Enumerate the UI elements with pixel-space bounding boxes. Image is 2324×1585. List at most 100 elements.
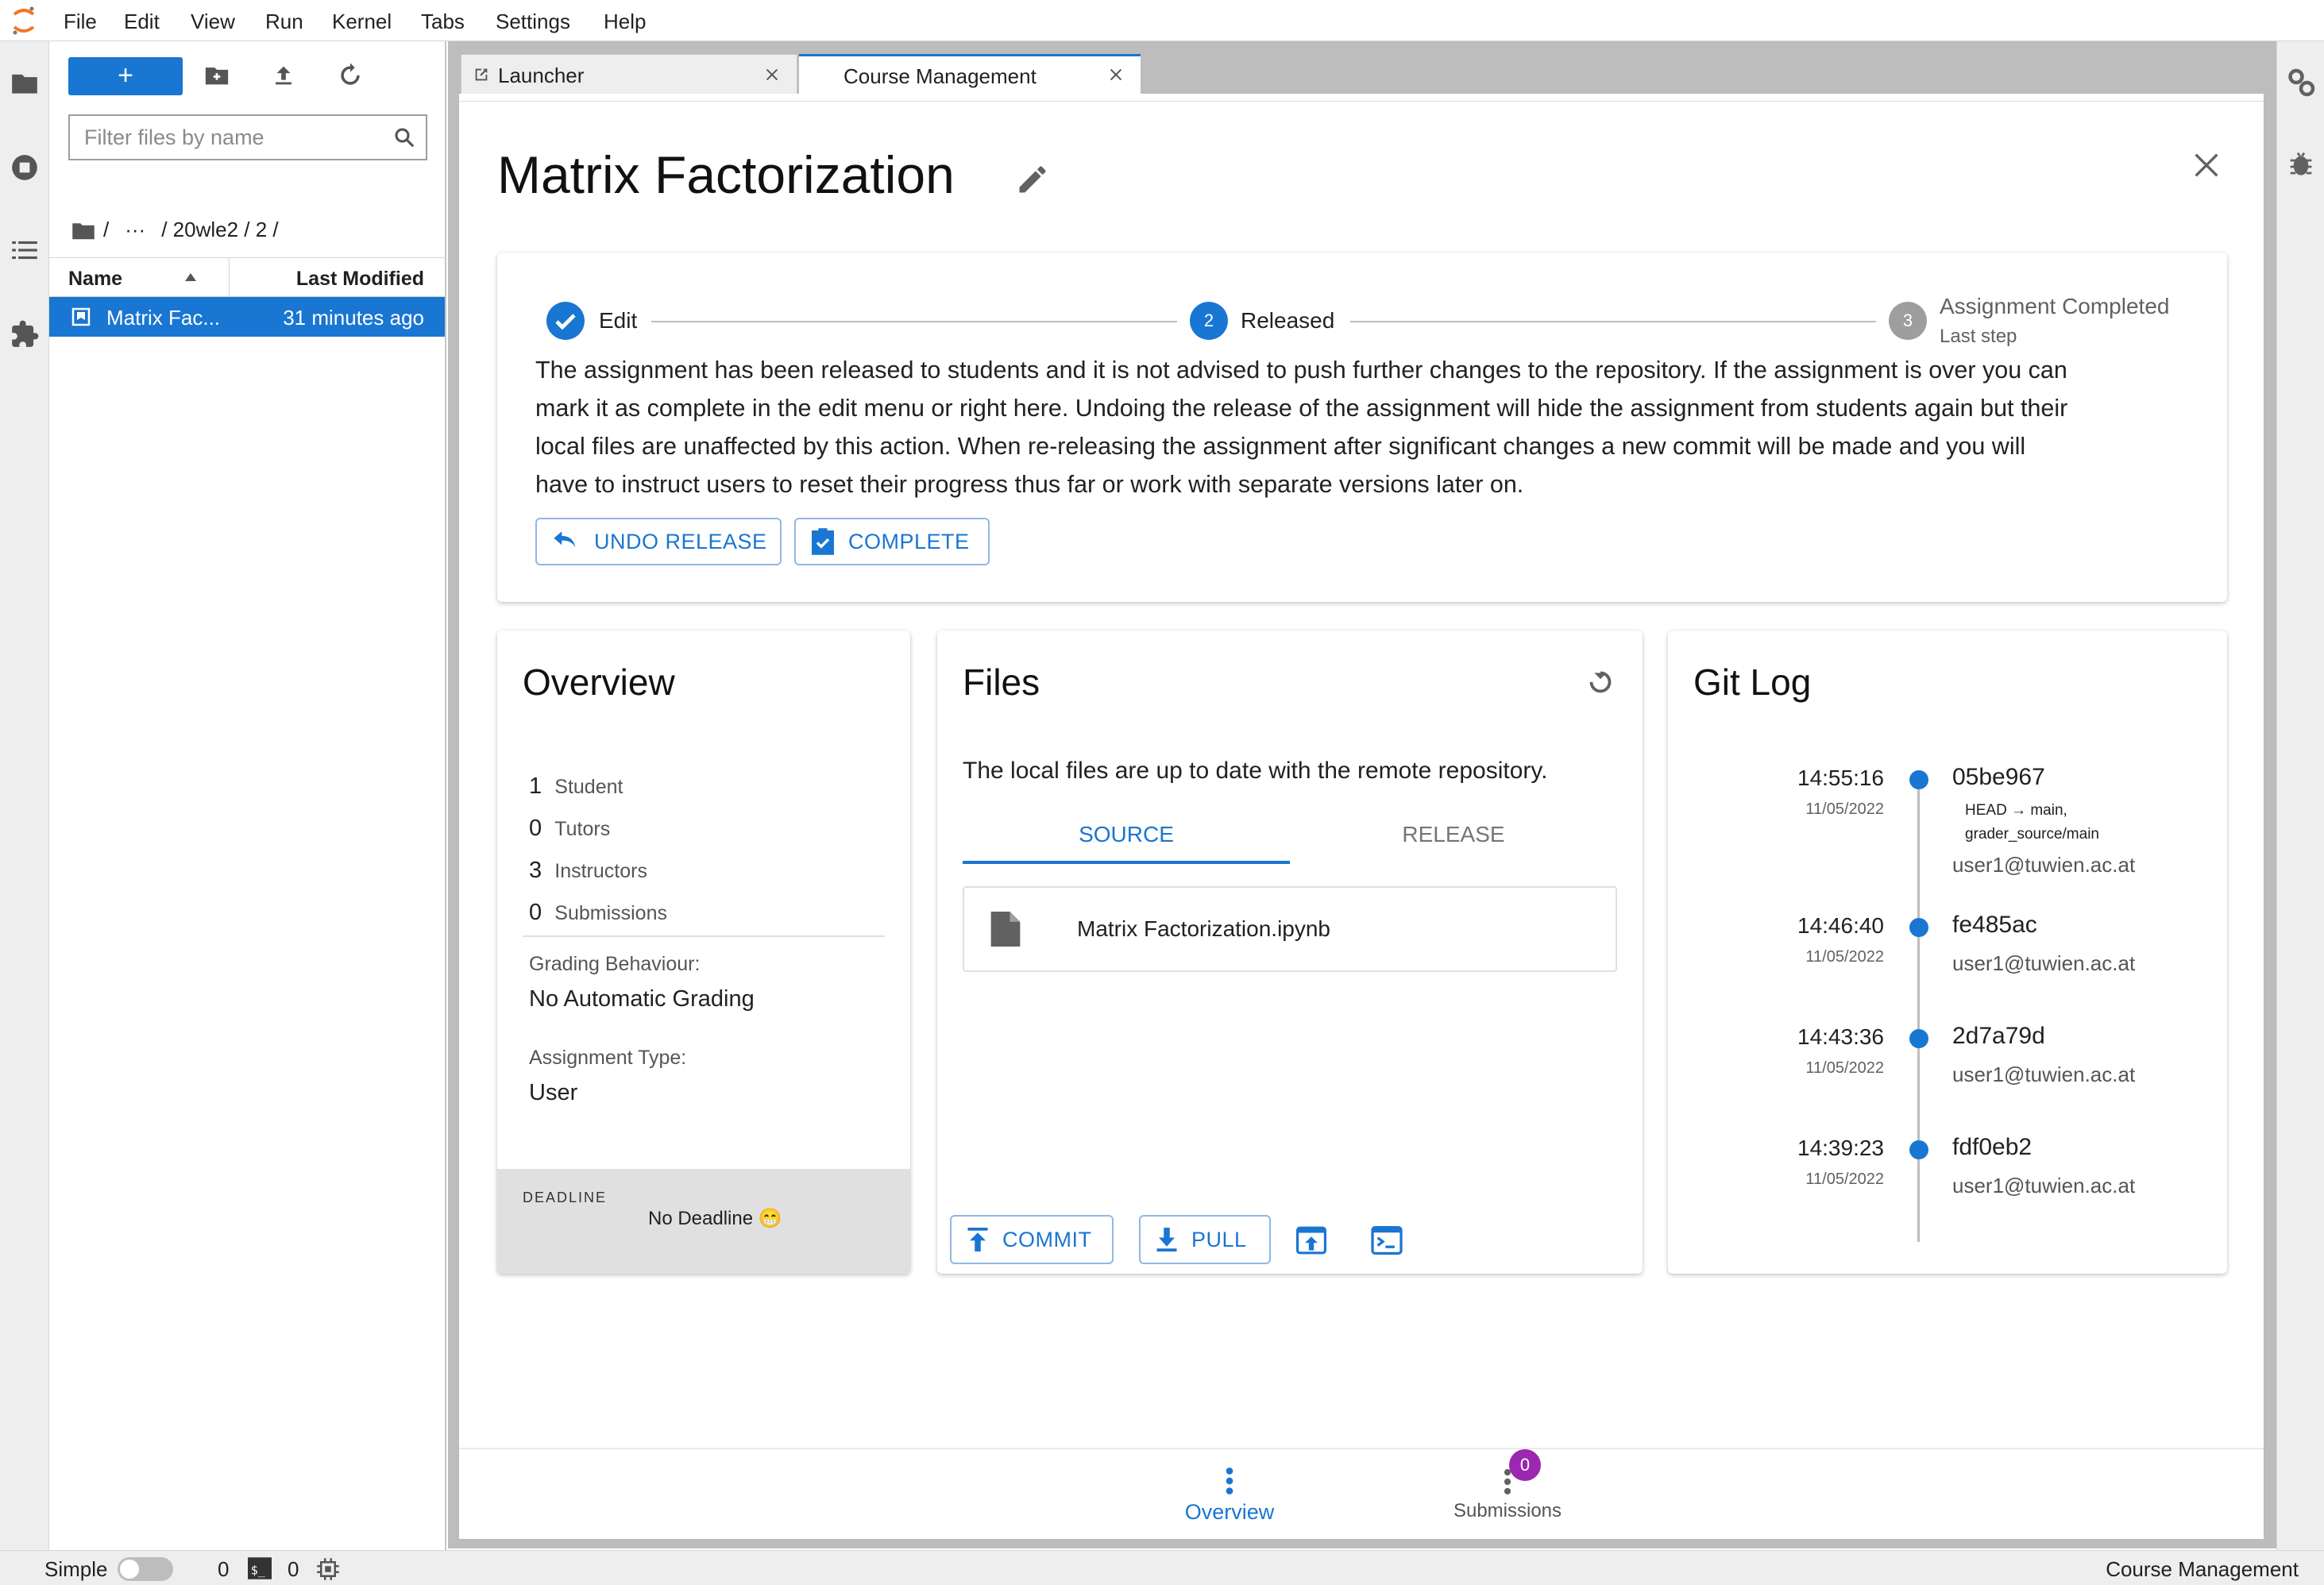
bottom-navigation: Overview 0 Submissions (459, 1448, 2264, 1539)
status-description: The assignment has been released to stud… (535, 351, 2211, 503)
commit-refs: HEAD → main, (1965, 802, 2067, 819)
running-sessions-icon[interactable] (10, 152, 40, 183)
debugger-bug-icon[interactable] (2288, 149, 2314, 178)
file-name: Matrix Fac... (106, 306, 221, 330)
upload-icon[interactable] (270, 62, 297, 89)
new-folder-icon[interactable] (203, 62, 230, 89)
left-activity-bar (0, 41, 49, 1550)
commit-hash: fe485ac (1952, 912, 2037, 938)
main-dock-area: Launcher Course Management Matrix Factor… (448, 41, 2276, 1548)
nav-submissions[interactable]: 0 Submissions (1420, 1449, 1595, 1540)
timeline-dot (1909, 918, 1928, 937)
edit-pencil-icon[interactable] (1015, 162, 1050, 197)
overview-stats: 1 Student 0 Tutors 3 Instructors 0 Submi… (529, 766, 667, 934)
crumb-path[interactable]: / 20wle2 / 2 / (161, 218, 278, 242)
tab-launcher[interactable]: Launcher (461, 54, 797, 94)
column-divider (229, 258, 230, 296)
filter-input[interactable] (70, 116, 380, 159)
description-line: local files are unaffected by this actio… (535, 433, 2026, 460)
overview-title: Overview (523, 661, 675, 703)
tab-course-management[interactable]: Course Management (799, 54, 1141, 94)
sort-ascending-icon (185, 273, 196, 281)
deadline-value: No Deadline 😁 (648, 1208, 782, 1229)
close-icon[interactable] (2191, 149, 2222, 181)
terminal-status-icon[interactable]: $_ (248, 1557, 272, 1579)
file-row[interactable]: Matrix Fac... 31 minutes ago (49, 297, 445, 337)
simple-mode-toggle[interactable] (118, 1557, 173, 1581)
crumb-ellipsis[interactable]: ··· (125, 218, 145, 242)
download-icon (1156, 1228, 1177, 1251)
status-bar: Simple 0 $_ 0 Course Management (0, 1550, 2324, 1585)
launch-icon (475, 68, 488, 81)
commit-time: 14:46:40 (1797, 913, 1884, 938)
tab-source[interactable]: SOURCE (963, 808, 1290, 864)
pull-button[interactable]: PULL (1139, 1215, 1271, 1264)
step-label-released: Released (1241, 308, 1335, 333)
commit-date: 11/05/2022 (1805, 1170, 1884, 1188)
kernel-chip-icon[interactable] (316, 1557, 340, 1581)
git-log-card: Git Log 14:55:16 11/05/2022 05be967 HEAD… (1668, 631, 2227, 1274)
complete-button[interactable]: COMPLETE (794, 518, 990, 565)
menu-tabs[interactable]: Tabs (421, 10, 465, 34)
submissions-count-badge: 0 (1509, 1449, 1541, 1481)
terminal-icon[interactable] (1371, 1226, 1403, 1255)
file-item-name: Matrix Factorization.ipynb (1077, 916, 1331, 941)
step-badge-released: 2 (1190, 302, 1228, 340)
new-launcher-button[interactable]: + (68, 57, 183, 95)
nav-overview[interactable]: Overview (1158, 1449, 1301, 1540)
jupyter-logo-icon (13, 6, 35, 35)
undo-icon (554, 531, 576, 548)
stat-tutors: 0 Tutors (529, 816, 611, 841)
table-of-contents-icon[interactable] (10, 235, 40, 265)
notebook-icon (71, 307, 91, 326)
crumb-root[interactable]: / (103, 218, 109, 242)
overview-card: Overview 1 Student 0 Tutors 3 Instructor… (497, 631, 910, 1274)
reload-icon[interactable] (1582, 662, 1619, 699)
publish-icon (967, 1228, 988, 1251)
stat-submissions: 0 Submissions (529, 900, 667, 925)
tab-release[interactable]: RELEASE (1290, 808, 1617, 864)
close-icon[interactable] (763, 66, 781, 83)
toggle-knob (120, 1560, 139, 1579)
step-label-completed: Assignment Completed (1940, 294, 2170, 318)
files-title: Files (963, 661, 1040, 703)
git-log-title: Git Log (1693, 661, 1812, 703)
commit-button[interactable]: COMMIT (950, 1215, 1114, 1264)
course-management-panel: Matrix Factorization Edit 2 Released 3 A… (459, 94, 2264, 1539)
menu-file[interactable]: File (64, 10, 97, 34)
property-inspector-gears-icon[interactable] (2287, 67, 2315, 98)
column-name[interactable]: Name (68, 268, 122, 291)
svg-text:$_: $_ (251, 1564, 266, 1578)
undo-release-button[interactable]: UNDO RELEASE (535, 518, 782, 565)
simple-mode-label: Simple (44, 1557, 108, 1581)
folder-icon[interactable] (10, 68, 40, 98)
pull-label: PULL (1191, 1227, 1247, 1251)
menu-settings[interactable]: Settings (496, 10, 570, 34)
step-label-edit: Edit (599, 308, 638, 333)
refresh-icon[interactable] (337, 62, 364, 89)
menu-kernel[interactable]: Kernel (332, 10, 392, 34)
commit-entry: 14:46:40 11/05/2022 fe485ac user1@tuwien… (1668, 910, 2227, 989)
file-list-item[interactable]: Matrix Factorization.ipynb (963, 886, 1617, 972)
close-icon[interactable] (1107, 66, 1125, 83)
menu-view[interactable]: View (191, 10, 235, 34)
menu-edit[interactable]: Edit (124, 10, 160, 34)
column-last-modified[interactable]: Last Modified (296, 268, 424, 291)
commit-hash: 2d7a79d (1952, 1023, 2045, 1049)
tab-label: Course Management (844, 64, 1037, 88)
file-filter (68, 114, 427, 160)
file-browser: + / ··· / 20wle2 / 2 / Name Last Modifie… (49, 41, 446, 1550)
assignment-done-icon (812, 528, 834, 555)
folder-home-icon[interactable] (71, 220, 95, 241)
description-line: have to instruct users to reset their pr… (535, 471, 1524, 498)
tab-label: Launcher (498, 64, 585, 87)
menu-help[interactable]: Help (604, 10, 646, 34)
step-connector (1350, 321, 1876, 322)
open-in-browser-icon[interactable] (1296, 1226, 1326, 1255)
extension-manager-icon[interactable] (10, 319, 40, 349)
menu-run[interactable]: Run (265, 10, 303, 34)
right-activity-bar (2276, 41, 2324, 1550)
commit-hash: 05be967 (1952, 764, 2045, 790)
description-line: The assignment has been released to stud… (535, 357, 2067, 384)
commit-hash: fdf0eb2 (1952, 1134, 2033, 1160)
